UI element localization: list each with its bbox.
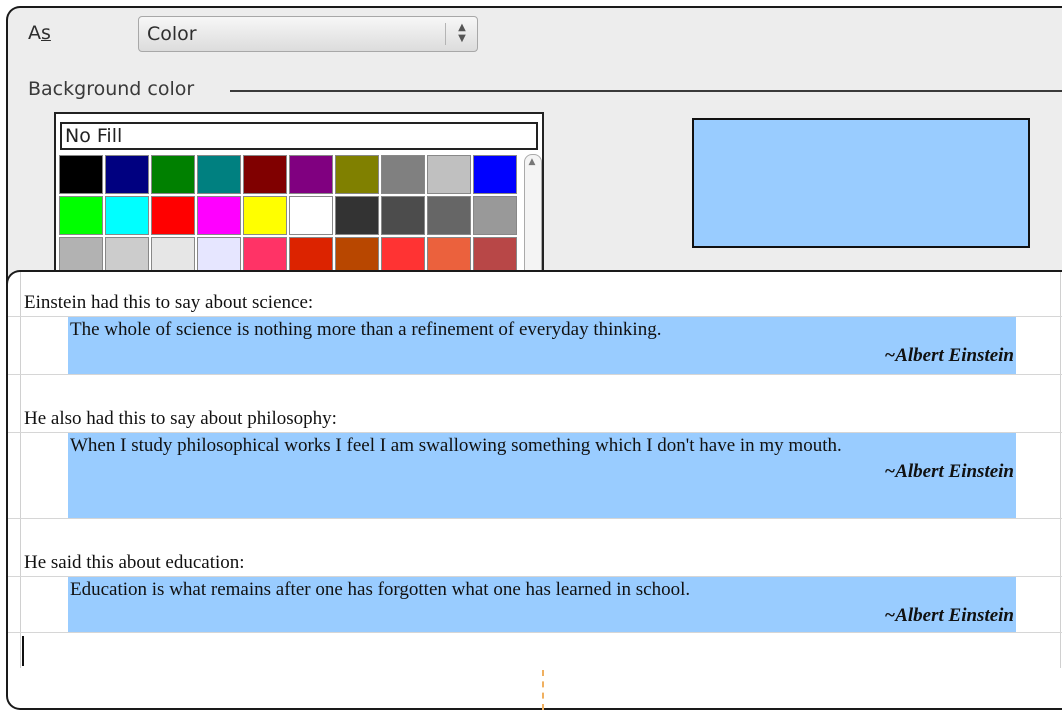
row-guide [8, 374, 1062, 375]
quote-text: Education is what remains after one has … [70, 579, 691, 600]
intro-text: He also had this to say about philosophy… [24, 408, 337, 429]
right-text-boundary [1060, 272, 1061, 668]
quote-block: Education is what remains after one has … [68, 577, 1016, 632]
swatch-grid [58, 154, 518, 277]
section-divider [230, 90, 1062, 92]
color-swatch[interactable] [242, 154, 288, 195]
color-swatch[interactable] [150, 195, 196, 236]
color-swatch[interactable] [196, 195, 242, 236]
color-swatch[interactable] [104, 195, 150, 236]
color-swatch[interactable] [472, 195, 518, 236]
quote-text: The whole of science is nothing more tha… [70, 319, 662, 340]
row-guide [8, 518, 1062, 519]
quote-text: When I study philosophical works I feel … [70, 435, 842, 456]
color-swatch[interactable] [150, 154, 196, 195]
row-guide [8, 632, 1062, 633]
text-cursor [22, 636, 24, 666]
scroll-up-icon[interactable]: ▲ [527, 157, 537, 167]
updown-arrows-icon: ▲ ▼ [458, 22, 466, 44]
quote-block: When I study philosophical works I feel … [68, 433, 1016, 518]
color-swatch[interactable] [380, 195, 426, 236]
as-label: As [28, 22, 51, 44]
page-boundary-guide [542, 670, 544, 710]
color-swatch[interactable] [426, 154, 472, 195]
quote-author: ~Albert Einstein [884, 345, 1014, 366]
quote-block: The whole of science is nothing more tha… [68, 317, 1016, 374]
background-color-label: Background color [28, 78, 195, 100]
color-swatch[interactable] [58, 195, 104, 236]
color-swatch[interactable] [334, 154, 380, 195]
color-swatch[interactable] [426, 195, 472, 236]
fill-type-value: Color [147, 23, 197, 45]
intro-text: He said this about education: [24, 552, 245, 573]
fill-type-select[interactable]: Color ▲ ▼ [138, 16, 478, 52]
color-swatch[interactable] [288, 154, 334, 195]
select-separator [445, 23, 446, 45]
color-swatch[interactable] [472, 154, 518, 195]
color-swatch[interactable] [104, 154, 150, 195]
color-swatch[interactable] [380, 154, 426, 195]
quote-author: ~Albert Einstein [884, 605, 1014, 626]
color-swatch[interactable] [288, 195, 334, 236]
no-fill-option[interactable]: No Fill [60, 122, 538, 150]
document-page[interactable]: Einstein had this to say about science: … [6, 270, 1062, 710]
color-swatch[interactable] [58, 154, 104, 195]
left-text-boundary [20, 272, 21, 668]
color-swatch[interactable] [196, 154, 242, 195]
color-swatch[interactable] [334, 195, 380, 236]
quote-author: ~Albert Einstein [884, 461, 1014, 482]
color-swatch[interactable] [242, 195, 288, 236]
color-preview [692, 118, 1030, 248]
intro-text: Einstein had this to say about science: [24, 292, 314, 313]
